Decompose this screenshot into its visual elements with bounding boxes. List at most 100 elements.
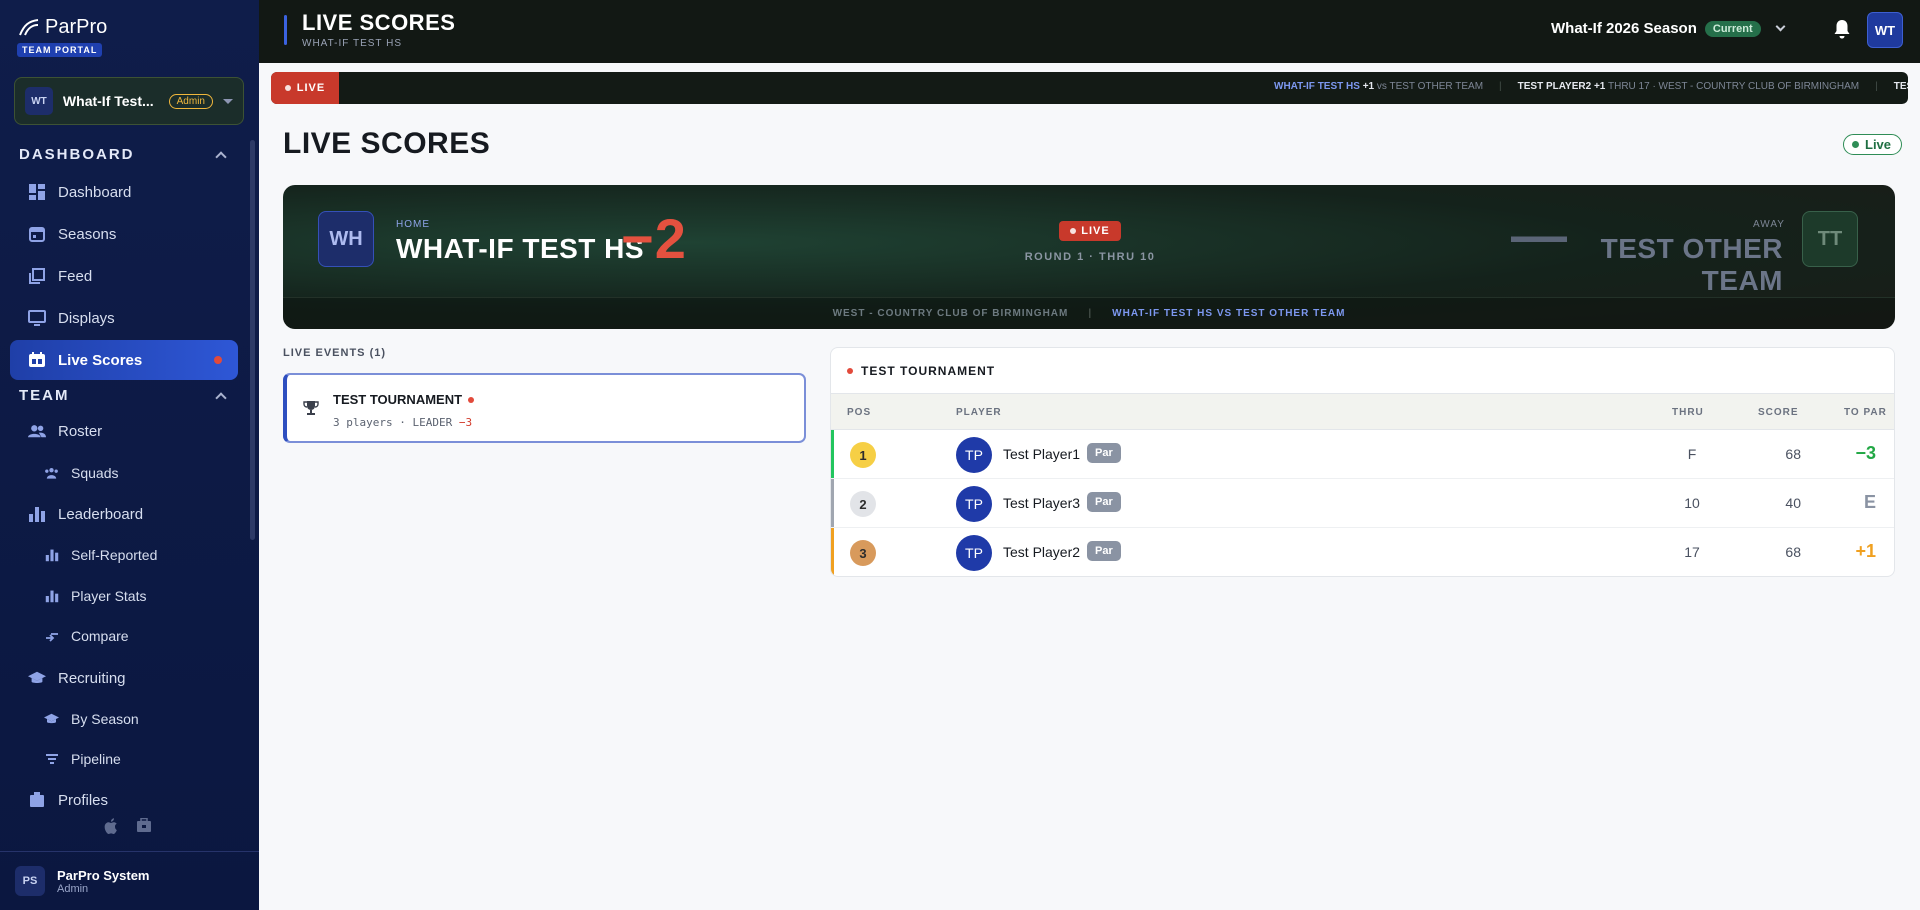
sidebar-item-seasons[interactable]: Seasons [10, 214, 238, 254]
sidebar-item-label: Dashboard [58, 183, 132, 201]
sidebar-item-profiles[interactable]: Profiles [10, 780, 238, 820]
away-label: AWAY [1753, 219, 1785, 230]
page-title: LIVE SCORES [283, 127, 491, 160]
table-row[interactable]: 1 TP Test Player1 Par F 68 −3 [831, 430, 1894, 479]
player-name: Test Player2 [1003, 544, 1081, 560]
feed-icon [28, 267, 46, 285]
match-footer: WEST - COUNTRY CLUB OF BIRMINGHAM | WHAT… [283, 297, 1895, 329]
leaderboard-table: TEST TOURNAMENT POS PLAYER THRU SCORE TO… [830, 347, 1895, 577]
sidebar-item-feed[interactable]: Feed [10, 256, 238, 296]
sidebar-item-self-reported[interactable]: Self-Reported [10, 538, 238, 572]
season-selector[interactable]: What-If 2026 Season Current [1551, 20, 1786, 37]
event-leader-score: −3 [458, 416, 473, 429]
home-score: −2 [621, 207, 687, 270]
table-row[interactable]: 2 TP Test Player3 Par 10 40 E [831, 479, 1894, 528]
sidebar-item-leaderboard[interactable]: Leaderboard [10, 494, 238, 534]
thru-value: 17 [1684, 544, 1700, 560]
sidebar-item-dashboard[interactable]: Dashboard [10, 172, 238, 212]
user-avatar: PS [15, 866, 45, 896]
live-indicator-dot [214, 356, 222, 364]
sidebar-item-label: Displays [58, 309, 115, 327]
live-dot [847, 368, 853, 374]
row-accent [831, 528, 834, 576]
leaderboard-title-text: TEST TOURNAMENT [861, 364, 996, 378]
dashboard-icon [28, 183, 46, 201]
chevron-up-icon [215, 391, 227, 404]
sidebar-item-displays[interactable]: Displays [10, 298, 238, 338]
ticker-score: +1 [1362, 81, 1375, 92]
player-avatar: TP [956, 486, 992, 522]
sidebar-item-label: Feed [58, 267, 93, 285]
title-accent [284, 15, 287, 45]
status-dot [1852, 141, 1859, 148]
footer-separator: | [1088, 308, 1093, 319]
round-info: ROUND 1 · THRU 10 [1024, 251, 1156, 263]
score-value: 40 [1785, 495, 1801, 511]
user-profile[interactable]: PS ParPro System Admin [0, 851, 259, 910]
leaderboard-title: TEST TOURNAMENT [847, 364, 995, 378]
row-accent [831, 479, 834, 527]
account-avatar[interactable]: WT [1867, 12, 1903, 48]
sidebar-item-compare[interactable]: Compare [10, 619, 238, 653]
col-to-par[interactable]: TO PAR [1844, 407, 1887, 418]
sidebar-item-by-season[interactable]: By Season [10, 702, 238, 736]
player-name: Test Player3 [1003, 495, 1081, 511]
live-ticker: LIVE WHAT-IF TEST HS +1 vs TEST OTHER TE… [271, 72, 1908, 104]
ticker-item[interactable]: TEST PLA [1894, 81, 1908, 92]
briefcase-icon[interactable] [136, 817, 152, 839]
ticker-items: WHAT-IF TEST HS +1 vs TEST OTHER TEAM | … [1274, 81, 1908, 92]
scoreboard-icon [28, 351, 46, 369]
away-team-name: TEST OTHER TEAM [1600, 233, 1783, 296]
col-thru[interactable]: THRU [1672, 407, 1704, 418]
ticker-score: +1 [1593, 81, 1606, 92]
ticker-separator: | [1875, 81, 1878, 92]
col-score[interactable]: SCORE [1758, 407, 1799, 418]
section-dashboard-label: DASHBOARD [19, 146, 135, 163]
apple-icon[interactable] [104, 818, 118, 839]
ticker-item[interactable]: WHAT-IF TEST HS +1 vs TEST OTHER TEAM [1274, 81, 1483, 92]
trophy-icon [303, 400, 319, 421]
sidebar-item-player-stats[interactable]: Player Stats [10, 579, 238, 613]
logo[interactable]: ParPro TEAM PORTAL [17, 16, 107, 58]
sidebar-item-label: Compare [71, 628, 129, 644]
sidebar-item-label: Live Scores [58, 351, 143, 369]
to-par-value: −3 [1855, 443, 1876, 463]
thru-value: 10 [1684, 495, 1700, 511]
event-name: TEST TOURNAMENT [333, 392, 475, 407]
parpro-logo-icon [19, 18, 39, 35]
live-events-heading: LIVE EVENTS (1) [283, 347, 387, 359]
user-name: ParPro System [57, 867, 150, 883]
section-dashboard[interactable]: DASHBOARD [19, 146, 227, 163]
away-team-avatar: TT [1802, 211, 1858, 267]
match-live-label: LIVE [1081, 225, 1110, 237]
ticker-item[interactable]: TEST PLAYER2 +1 THRU 17 · WEST - COUNTRY… [1518, 81, 1859, 92]
match-card[interactable]: WH HOME WHAT-IF TEST HS −2 LIVE ROUND 1 … [283, 185, 1895, 329]
sidebar-item-roster[interactable]: Roster [10, 411, 238, 451]
section-team-label: TEAM [19, 387, 70, 404]
sidebar-item-recruiting[interactable]: Recruiting [10, 658, 238, 698]
event-card[interactable]: TEST TOURNAMENT 3 players · LEADER −3 [283, 373, 806, 443]
team-avatar: WT [25, 87, 53, 115]
brand-name: ParPro [45, 16, 108, 38]
col-player[interactable]: PLAYER [956, 407, 1002, 418]
platform-icons [104, 817, 152, 839]
bar-chart-icon [28, 505, 46, 523]
bell-icon[interactable] [1833, 19, 1851, 44]
sidebar-item-pipeline[interactable]: Pipeline [10, 742, 238, 776]
user-role: Admin [57, 882, 89, 895]
graduation-cap-icon [28, 669, 46, 687]
sidebar-scrollbar[interactable] [250, 140, 255, 540]
ticker-player: TEST PLAYER2 [1517, 81, 1592, 92]
sidebar-item-squads[interactable]: Squads [10, 456, 238, 490]
sidebar: ParPro TEAM PORTAL WT What-If Test... Ad… [0, 0, 259, 910]
calendar-icon [28, 225, 46, 243]
team-selector[interactable]: WT What-If Test... Admin [14, 77, 244, 125]
sidebar-item-label: Pipeline [71, 751, 121, 767]
section-team[interactable]: TEAM [19, 387, 227, 404]
table-row[interactable]: 3 TP Test Player2 Par 17 68 +1 [831, 528, 1894, 576]
home-label: HOME [396, 219, 430, 230]
sidebar-item-live-scores[interactable]: Live Scores [10, 340, 238, 380]
player-avatar: TP [956, 535, 992, 571]
col-pos[interactable]: POS [847, 407, 871, 418]
role-badge: Admin [168, 93, 213, 109]
